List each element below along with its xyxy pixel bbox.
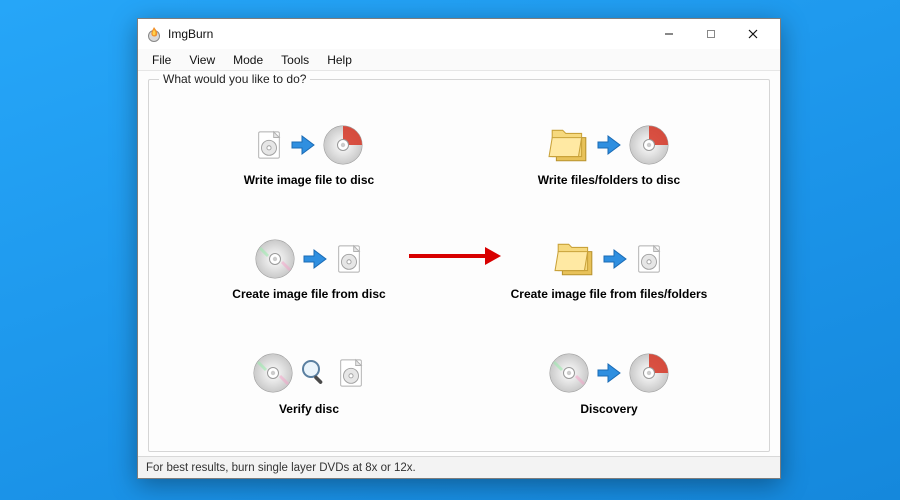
menubar: File View Mode Tools Help — [138, 49, 780, 71]
action-verify-disc[interactable]: Verify disc — [244, 348, 374, 420]
icon-row — [254, 237, 364, 283]
app-window: ImgBurn File View Mode Tools Help What w… — [137, 18, 781, 479]
statusbar: For best results, burn single layer DVDs… — [138, 456, 780, 478]
folder-icon — [548, 124, 590, 169]
app-icon — [146, 26, 162, 42]
arrow-right-icon — [602, 246, 628, 275]
menu-help[interactable]: Help — [319, 51, 360, 69]
icon-row — [554, 237, 664, 283]
minimize-button[interactable] — [648, 20, 690, 48]
annotation-arrow-icon — [407, 243, 503, 269]
action-label: Write image file to disc — [244, 173, 374, 187]
disc-icon — [548, 352, 590, 397]
titlebar: ImgBurn — [138, 19, 780, 49]
file-icon — [634, 244, 664, 277]
action-create-image-from-disc[interactable]: Create image file from disc — [224, 233, 393, 305]
disc-icon — [252, 352, 294, 397]
action-label: Create image file from disc — [232, 287, 385, 301]
arrow-right-icon — [290, 132, 316, 161]
disc-icon — [254, 238, 296, 283]
mode-grid: Write image file to disc Write files/fol… — [159, 98, 759, 441]
window-title: ImgBurn — [168, 27, 648, 41]
menu-view[interactable]: View — [181, 51, 223, 69]
menu-mode[interactable]: Mode — [225, 51, 271, 69]
window-controls — [648, 20, 774, 48]
action-label: Create image file from files/folders — [511, 287, 708, 301]
action-label: Write files/folders to disc — [538, 173, 680, 187]
action-write-files-to-disc[interactable]: Write files/folders to disc — [530, 119, 688, 191]
groupbox-legend: What would you like to do? — [159, 72, 310, 86]
content-area: What would you like to do? Write image f… — [138, 71, 780, 456]
menu-file[interactable]: File — [144, 51, 179, 69]
disc-icon — [628, 124, 670, 169]
action-label: Discovery — [580, 402, 637, 416]
status-tip: For best results, burn single layer DVDs… — [146, 462, 416, 474]
disc-icon — [322, 124, 364, 169]
arrow-right-icon — [596, 132, 622, 161]
file-icon — [336, 358, 366, 391]
icon-row — [252, 352, 366, 398]
file-icon — [254, 130, 284, 163]
arrow-right-icon — [596, 360, 622, 389]
close-button[interactable] — [732, 20, 774, 48]
menu-tools[interactable]: Tools — [273, 51, 317, 69]
arrow-right-icon — [302, 246, 328, 275]
maximize-button[interactable] — [690, 20, 732, 48]
file-icon — [334, 244, 364, 277]
folder-icon — [554, 238, 596, 283]
icon-row — [254, 123, 364, 169]
mode-groupbox: What would you like to do? Write image f… — [148, 79, 770, 452]
action-create-image-from-files[interactable]: Create image file from files/folders — [503, 233, 716, 305]
icon-row — [548, 352, 670, 398]
action-label: Verify disc — [279, 402, 339, 416]
action-discovery[interactable]: Discovery — [540, 348, 678, 420]
magnifier-icon — [300, 358, 330, 391]
action-write-image-to-disc[interactable]: Write image file to disc — [236, 119, 382, 191]
disc-icon — [628, 352, 670, 397]
icon-row — [548, 123, 670, 169]
